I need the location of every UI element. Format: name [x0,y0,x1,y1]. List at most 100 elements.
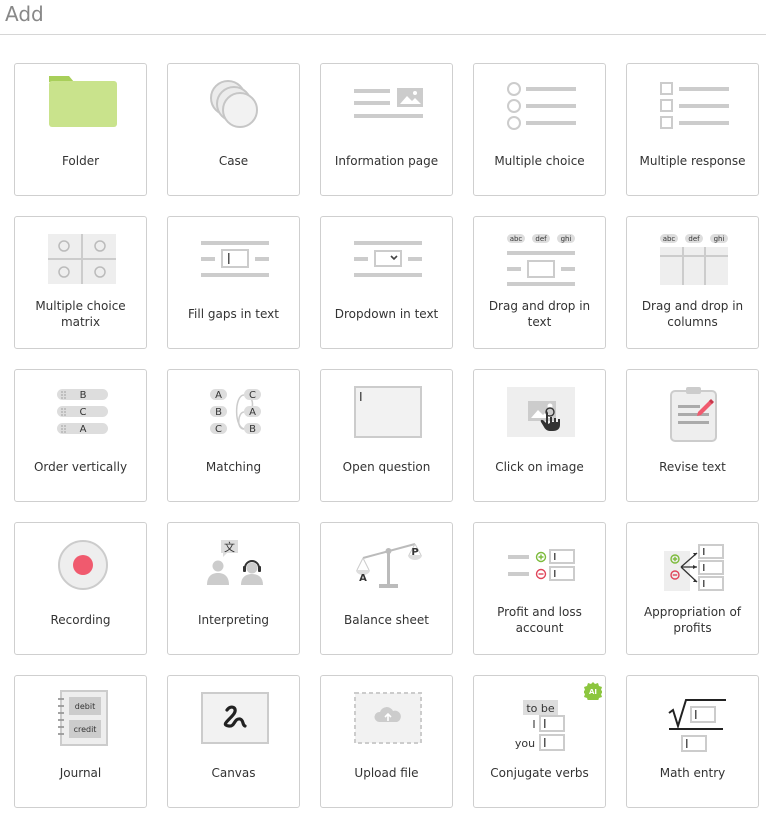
tile-label: Folder [61,154,100,168]
header: Add [0,0,766,35]
recording-icon [41,531,121,599]
profit-loss-icon [500,531,580,599]
tile-label: Open question [342,460,431,474]
tile-drag-drop-text[interactable]: abc def ghi Drag and drop in text [473,216,606,349]
tile-label: Matching [205,460,262,474]
tile-label: Profit and loss account [497,605,582,635]
drag-word: ghi [714,235,725,243]
interpreting-icon: 文 [194,531,274,599]
tile-label: Order vertically [33,460,128,474]
match-left-item: A [215,390,222,401]
drag-drop-columns-icon: abc def ghi [653,225,733,293]
journal-credit-text: credit [74,725,97,734]
tile-label: Fill gaps in text [188,307,279,321]
tile-folder[interactable]: Folder [14,63,147,196]
order-item: C [80,407,87,418]
tile-drag-drop-columns[interactable]: abc def ghi Drag and drop in columns [626,216,759,349]
tile-label: Information page [334,154,439,168]
drag-drop-text-icon: abc def ghi [500,225,580,293]
tile-click-on-image[interactable]: Click on image [473,369,606,502]
tile-label: Drag and drop in text [488,299,591,329]
tile-multiple-choice[interactable]: Multiple choice [473,63,606,196]
tile-matching[interactable]: A B C C A B Matching [167,369,300,502]
match-right-item: A [249,407,256,418]
multiple-choice-icon [500,72,580,140]
match-right-item: C [249,390,256,401]
order-item: B [80,390,87,401]
page-title: Add [5,2,44,26]
balance-right-letter: P [411,547,418,558]
conjugate-pronoun-you: you [515,737,535,750]
drag-word: ghi [561,235,572,243]
tile-information-page[interactable]: Information page [320,63,453,196]
tile-appropriation[interactable]: Appropriation of profits [626,522,759,655]
tile-balance-sheet[interactable]: A P Balance sheet [320,522,453,655]
folder-icon [41,72,121,140]
canvas-icon [194,684,274,752]
tile-label: Appropriation of profits [643,605,742,635]
case-icon [194,72,274,140]
drag-word: def [535,235,547,243]
tile-label: Click on image [495,460,584,474]
conjugate-infinitive: to be [526,702,555,715]
open-question-icon [347,378,427,446]
tile-label: Recording [50,613,111,627]
journal-icon: debit credit [41,684,121,752]
tile-label: Multiple choice [494,154,585,168]
tile-upload-file[interactable]: Upload file [320,675,453,808]
order-item: A [80,424,87,435]
tile-fill-gaps[interactable]: Fill gaps in text [167,216,300,349]
tile-canvas[interactable]: Canvas [167,675,300,808]
tile-interpreting[interactable]: 文 Interpreting [167,522,300,655]
tile-case[interactable]: Case [167,63,300,196]
balance-left-letter: A [359,573,367,584]
tile-label: Multiple response [639,154,746,168]
match-left-item: C [215,424,222,435]
ai-badge-text: AI [589,688,597,696]
tile-math-entry[interactable]: Math entry [626,675,759,808]
drag-word: abc [663,235,676,243]
tile-label: Conjugate verbs [490,766,589,780]
drag-word: def [688,235,700,243]
match-right-item: B [249,424,256,435]
tile-label: Upload file [354,766,419,780]
tile-label: Revise text [659,460,726,474]
translate-glyph: 文 [224,540,235,554]
fill-gaps-icon [194,225,274,293]
click-image-icon [500,378,580,446]
conjugate-verbs-icon: to be I you [500,684,580,752]
revise-text-icon [653,378,733,446]
journal-debit-text: debit [75,702,95,711]
tile-label: Drag and drop in columns [641,299,744,329]
tile-multiple-choice-matrix[interactable]: Multiple choice matrix [14,216,147,349]
information-page-icon [347,72,427,140]
matching-icon: A B C C A B [194,378,274,446]
tile-multiple-response[interactable]: Multiple response [626,63,759,196]
ai-badge-icon: AI [584,682,602,700]
tile-label: Interpreting [197,613,270,627]
multiple-response-icon [653,72,733,140]
tile-journal[interactable]: debit credit Journal [14,675,147,808]
tile-order-vertically[interactable]: B C A Order vertically [14,369,147,502]
drag-word: abc [510,235,523,243]
tile-label: Dropdown in text [334,307,439,321]
tile-revise-text[interactable]: Revise text [626,369,759,502]
tile-label: Multiple choice matrix [35,299,126,329]
tile-dropdown-text[interactable]: Dropdown in text [320,216,453,349]
matrix-icon [41,225,121,293]
tile-label: Canvas [211,766,256,780]
tile-profit-loss[interactable]: Profit and loss account [473,522,606,655]
tile-recording[interactable]: Recording [14,522,147,655]
tile-label: Journal [59,766,102,780]
balance-sheet-icon: A P [347,531,427,599]
tile-label: Math entry [659,766,726,780]
tile-conjugate-verbs[interactable]: to be I you AI Conjugate verbs [473,675,606,808]
conjugate-pronoun-i: I [532,718,535,731]
dropdown-text-icon [347,225,427,293]
upload-file-icon [347,684,427,752]
order-vertically-icon: B C A [41,378,121,446]
tile-label: Case [218,154,249,168]
math-entry-icon [653,684,733,752]
tile-open-question[interactable]: Open question [320,369,453,502]
tile-label: Balance sheet [343,613,429,627]
